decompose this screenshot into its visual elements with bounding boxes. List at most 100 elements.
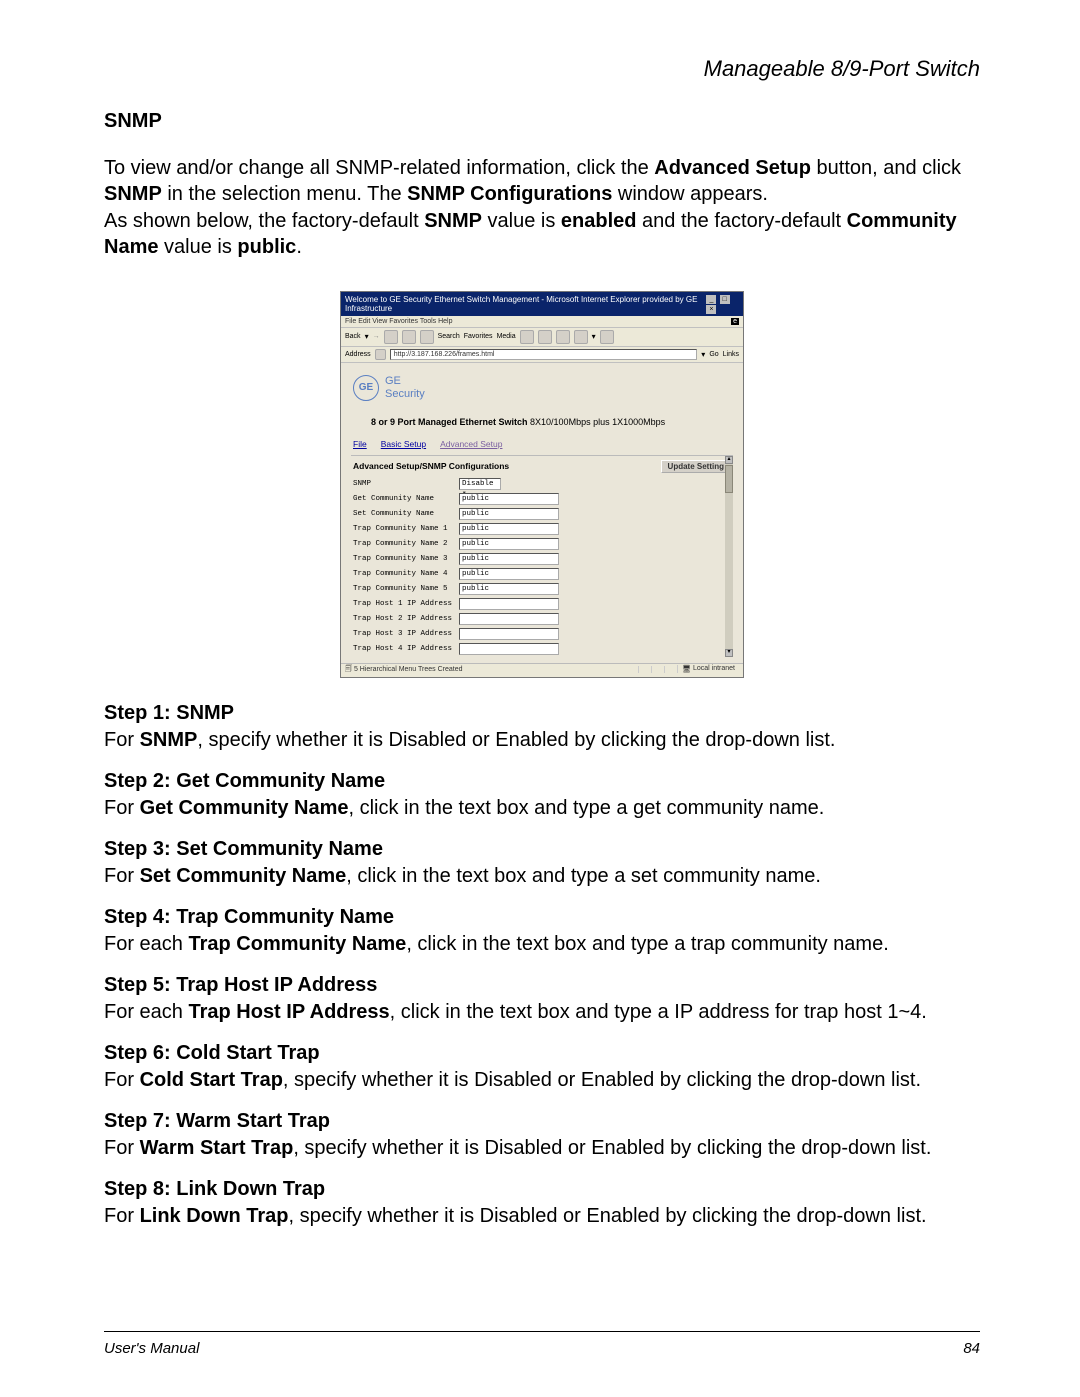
toolbar-dropdown-icon[interactable]: ▾ xyxy=(592,332,596,341)
intro-paragraph-1: To view and/or change all SNMP-related i… xyxy=(104,155,980,261)
scroll-down-icon[interactable]: ▾ xyxy=(725,649,733,657)
config-row-input[interactable]: public xyxy=(459,568,559,580)
section-title: SNMP xyxy=(104,110,980,133)
step-block-6: Step 6: Cold Start TrapFor Cold Start Tr… xyxy=(104,1040,980,1094)
search-button[interactable]: Search xyxy=(438,333,460,340)
config-row-5: Trap Community Name 3public xyxy=(351,552,733,567)
url-input[interactable]: http://3.187.168.226/frames.html xyxy=(390,349,698,360)
intranet-icon: 🖥 xyxy=(682,665,691,673)
step-title: Step 5: Trap Host IP Address xyxy=(104,972,980,999)
status-zone: 🖥Local intranet xyxy=(677,665,739,673)
config-row-input[interactable]: public xyxy=(459,553,559,565)
config-row-input[interactable] xyxy=(459,643,559,655)
snmp-config-screenshot: Welcome to GE Security Ethernet Switch M… xyxy=(340,291,744,678)
config-row-label: Trap Community Name 3 xyxy=(353,555,459,563)
url-dropdown-icon[interactable]: ▾ xyxy=(701,350,705,359)
discuss-icon[interactable] xyxy=(600,330,614,344)
step-text: For Get Community Name, click in the tex… xyxy=(104,795,980,822)
window-title: Welcome to GE Security Ethernet Switch M… xyxy=(345,295,705,313)
config-row-input[interactable]: public xyxy=(459,583,559,595)
text: button, and click xyxy=(811,157,961,179)
step-title: Step 8: Link Down Trap xyxy=(104,1176,980,1203)
vertical-scrollbar[interactable]: ▴ ▾ xyxy=(725,456,733,657)
ie-logo-icon: e xyxy=(731,318,739,325)
device-subheader: 8 or 9 Port Managed Ethernet Switch 8X10… xyxy=(371,417,733,427)
minimize-icon[interactable]: _ xyxy=(706,295,716,304)
favorites-button[interactable]: Favorites xyxy=(464,333,493,340)
text: As shown below, the factory-default xyxy=(104,210,424,232)
refresh-icon[interactable] xyxy=(402,330,416,344)
go-button[interactable]: Go xyxy=(709,351,718,358)
status-cell xyxy=(651,666,662,673)
text-bold: public xyxy=(237,236,296,258)
config-row-input[interactable] xyxy=(459,628,559,640)
maximize-icon[interactable]: □ xyxy=(720,295,730,304)
scroll-thumb[interactable] xyxy=(725,465,733,493)
text-bold: Advanced Setup xyxy=(654,157,811,179)
config-row-7: Trap Community Name 5public xyxy=(351,582,733,597)
back-dropdown-icon[interactable]: ▾ xyxy=(365,332,369,341)
step-text: For SNMP, specify whether it is Disabled… xyxy=(104,727,980,754)
step-title: Step 4: Trap Community Name xyxy=(104,904,980,931)
update-setting-button[interactable]: Update Setting xyxy=(661,460,731,473)
config-row-label: SNMP xyxy=(353,480,459,488)
config-row-select[interactable]: Disable xyxy=(459,478,501,490)
nav-links: File Basic Setup Advanced Setup xyxy=(353,439,733,449)
text: . xyxy=(296,236,302,258)
step-title: Step 7: Warm Start Trap xyxy=(104,1108,980,1135)
status-icon: 🗐 xyxy=(345,666,352,673)
text: To view and/or change all SNMP-related i… xyxy=(104,157,654,179)
config-row-3: Trap Community Name 1public xyxy=(351,522,733,537)
step-text: For Set Community Name, click in the tex… xyxy=(104,863,980,890)
config-row-input[interactable]: public xyxy=(459,538,559,550)
step-text: For Link Down Trap, specify whether it i… xyxy=(104,1203,980,1230)
config-row-label: Trap Community Name 2 xyxy=(353,540,459,548)
config-row-input[interactable]: public xyxy=(459,508,559,520)
scroll-up-icon[interactable]: ▴ xyxy=(725,456,733,464)
text: and the factory-default xyxy=(637,210,847,232)
nav-basic-setup-link[interactable]: Basic Setup xyxy=(381,439,426,449)
config-row-2: Set Community Namepublic xyxy=(351,507,733,522)
config-row-label: Set Community Name xyxy=(353,510,459,518)
config-row-input[interactable]: public xyxy=(459,493,559,505)
config-row-input[interactable] xyxy=(459,598,559,610)
links-label[interactable]: Links xyxy=(723,351,739,358)
window-titlebar: Welcome to GE Security Ethernet Switch M… xyxy=(341,292,743,316)
step-text: For each Trap Community Name, click in t… xyxy=(104,931,980,958)
step-text: For Cold Start Trap, specify whether it … xyxy=(104,1067,980,1094)
footer-page-number: 84 xyxy=(963,1340,980,1357)
config-row-label: Get Community Name xyxy=(353,495,459,503)
subhead-bold: 8 or 9 Port Managed Ethernet Switch xyxy=(371,417,528,427)
window-controls: _ □ × xyxy=(705,294,739,314)
config-row-label: Trap Host 3 IP Address xyxy=(353,630,459,638)
text: in the selection menu. The xyxy=(162,183,407,205)
stop-icon[interactable] xyxy=(384,330,398,344)
config-row-input[interactable] xyxy=(459,613,559,625)
subhead-rest: 8X10/100Mbps plus 1X1000Mbps xyxy=(528,417,666,427)
step-text: For Warm Start Trap, specify whether it … xyxy=(104,1135,980,1162)
nav-file-link[interactable]: File xyxy=(353,439,367,449)
close-icon[interactable]: × xyxy=(706,305,716,314)
browser-toolbar: Back ▾ → Search Favorites Media ▾ xyxy=(341,328,743,347)
home-icon[interactable] xyxy=(420,330,434,344)
step-title: Step 2: Get Community Name xyxy=(104,768,980,795)
config-form-rows: SNMPDisableGet Community NamepublicSet C… xyxy=(351,477,733,657)
mail-icon[interactable] xyxy=(538,330,552,344)
text-bold: enabled xyxy=(561,210,637,232)
config-row-4: Trap Community Name 2public xyxy=(351,537,733,552)
media-button[interactable]: Media xyxy=(497,333,516,340)
config-panel: ▴ ▾ Advanced Setup/SNMP Configurations U… xyxy=(351,455,733,657)
edit-icon[interactable] xyxy=(574,330,588,344)
forward-icon[interactable]: → xyxy=(373,333,380,340)
step-block-3: Step 3: Set Community NameFor Set Commun… xyxy=(104,836,980,890)
step-block-4: Step 4: Trap Community NameFor each Trap… xyxy=(104,904,980,958)
nav-advanced-setup-link[interactable]: Advanced Setup xyxy=(440,439,502,449)
back-button[interactable]: Back xyxy=(345,333,361,340)
browser-status-bar: 🗐 5 Hierarchical Menu Trees Created 🖥Loc… xyxy=(341,663,743,677)
history-icon[interactable] xyxy=(520,330,534,344)
config-row-label: Trap Host 2 IP Address xyxy=(353,615,459,623)
menu-items[interactable]: File Edit View Favorites Tools Help xyxy=(345,318,453,325)
config-row-1: Get Community Namepublic xyxy=(351,492,733,507)
print-icon[interactable] xyxy=(556,330,570,344)
config-row-input[interactable]: public xyxy=(459,523,559,535)
